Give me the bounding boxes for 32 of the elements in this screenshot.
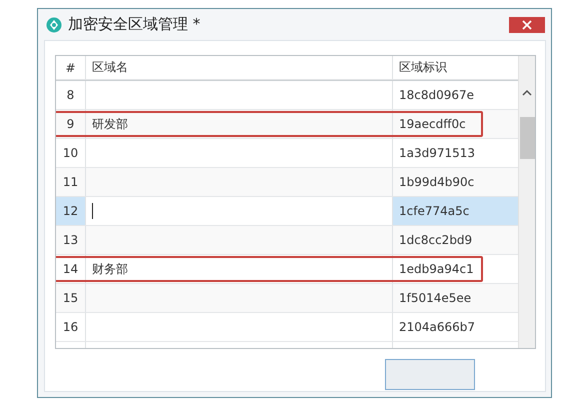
table-row[interactable]: 11 1b99d4b90c <box>56 168 518 197</box>
row-number: 14 <box>62 262 78 276</box>
scroll-up-icon[interactable] <box>522 89 532 97</box>
table-row[interactable]: 12 1cfe774a5c <box>56 197 518 226</box>
window-title: 加密安全区域管理 * <box>68 15 202 34</box>
app-icon <box>46 16 62 32</box>
table-cell[interactable]: 1cfe774a5c <box>393 197 518 226</box>
row-number: 16 <box>62 320 78 334</box>
table-row[interactable]: 10 1a3d971513 <box>56 139 518 168</box>
scrollbar[interactable] <box>518 56 535 348</box>
table-row[interactable]: 14 财务部 1edb9a94c1 <box>56 255 518 284</box>
row-number: 10 <box>62 146 78 160</box>
table-row[interactable]: 15 1f5014e5ee <box>56 284 518 313</box>
row-number: 13 <box>62 233 78 247</box>
text-cursor <box>92 203 93 219</box>
row-number: 12 <box>62 204 78 218</box>
table-cell: 研发部 <box>92 116 128 132</box>
row-number: 9 <box>66 117 74 131</box>
table-row[interactable]: 16 2104a666b7 <box>56 313 518 342</box>
column-header[interactable]: # <box>56 56 86 80</box>
close-icon <box>522 20 532 30</box>
row-number: 15 <box>62 291 78 305</box>
row-number: 11 <box>62 175 78 189</box>
table-row[interactable]: 9 研发部 19aecdff0c <box>56 110 518 139</box>
table-row[interactable]: 8 18c8d0967e <box>56 81 518 110</box>
close-button[interactable] <box>509 16 545 32</box>
column-header[interactable]: 区域名 <box>86 56 393 80</box>
table-cell: 财务部 <box>92 260 128 278</box>
table-row[interactable]: 13 1dc8cc2bd9 <box>56 226 518 255</box>
scrollbar-thumb[interactable] <box>520 117 534 159</box>
dialog-button[interactable] <box>385 359 475 390</box>
row-number: 8 <box>66 88 74 102</box>
